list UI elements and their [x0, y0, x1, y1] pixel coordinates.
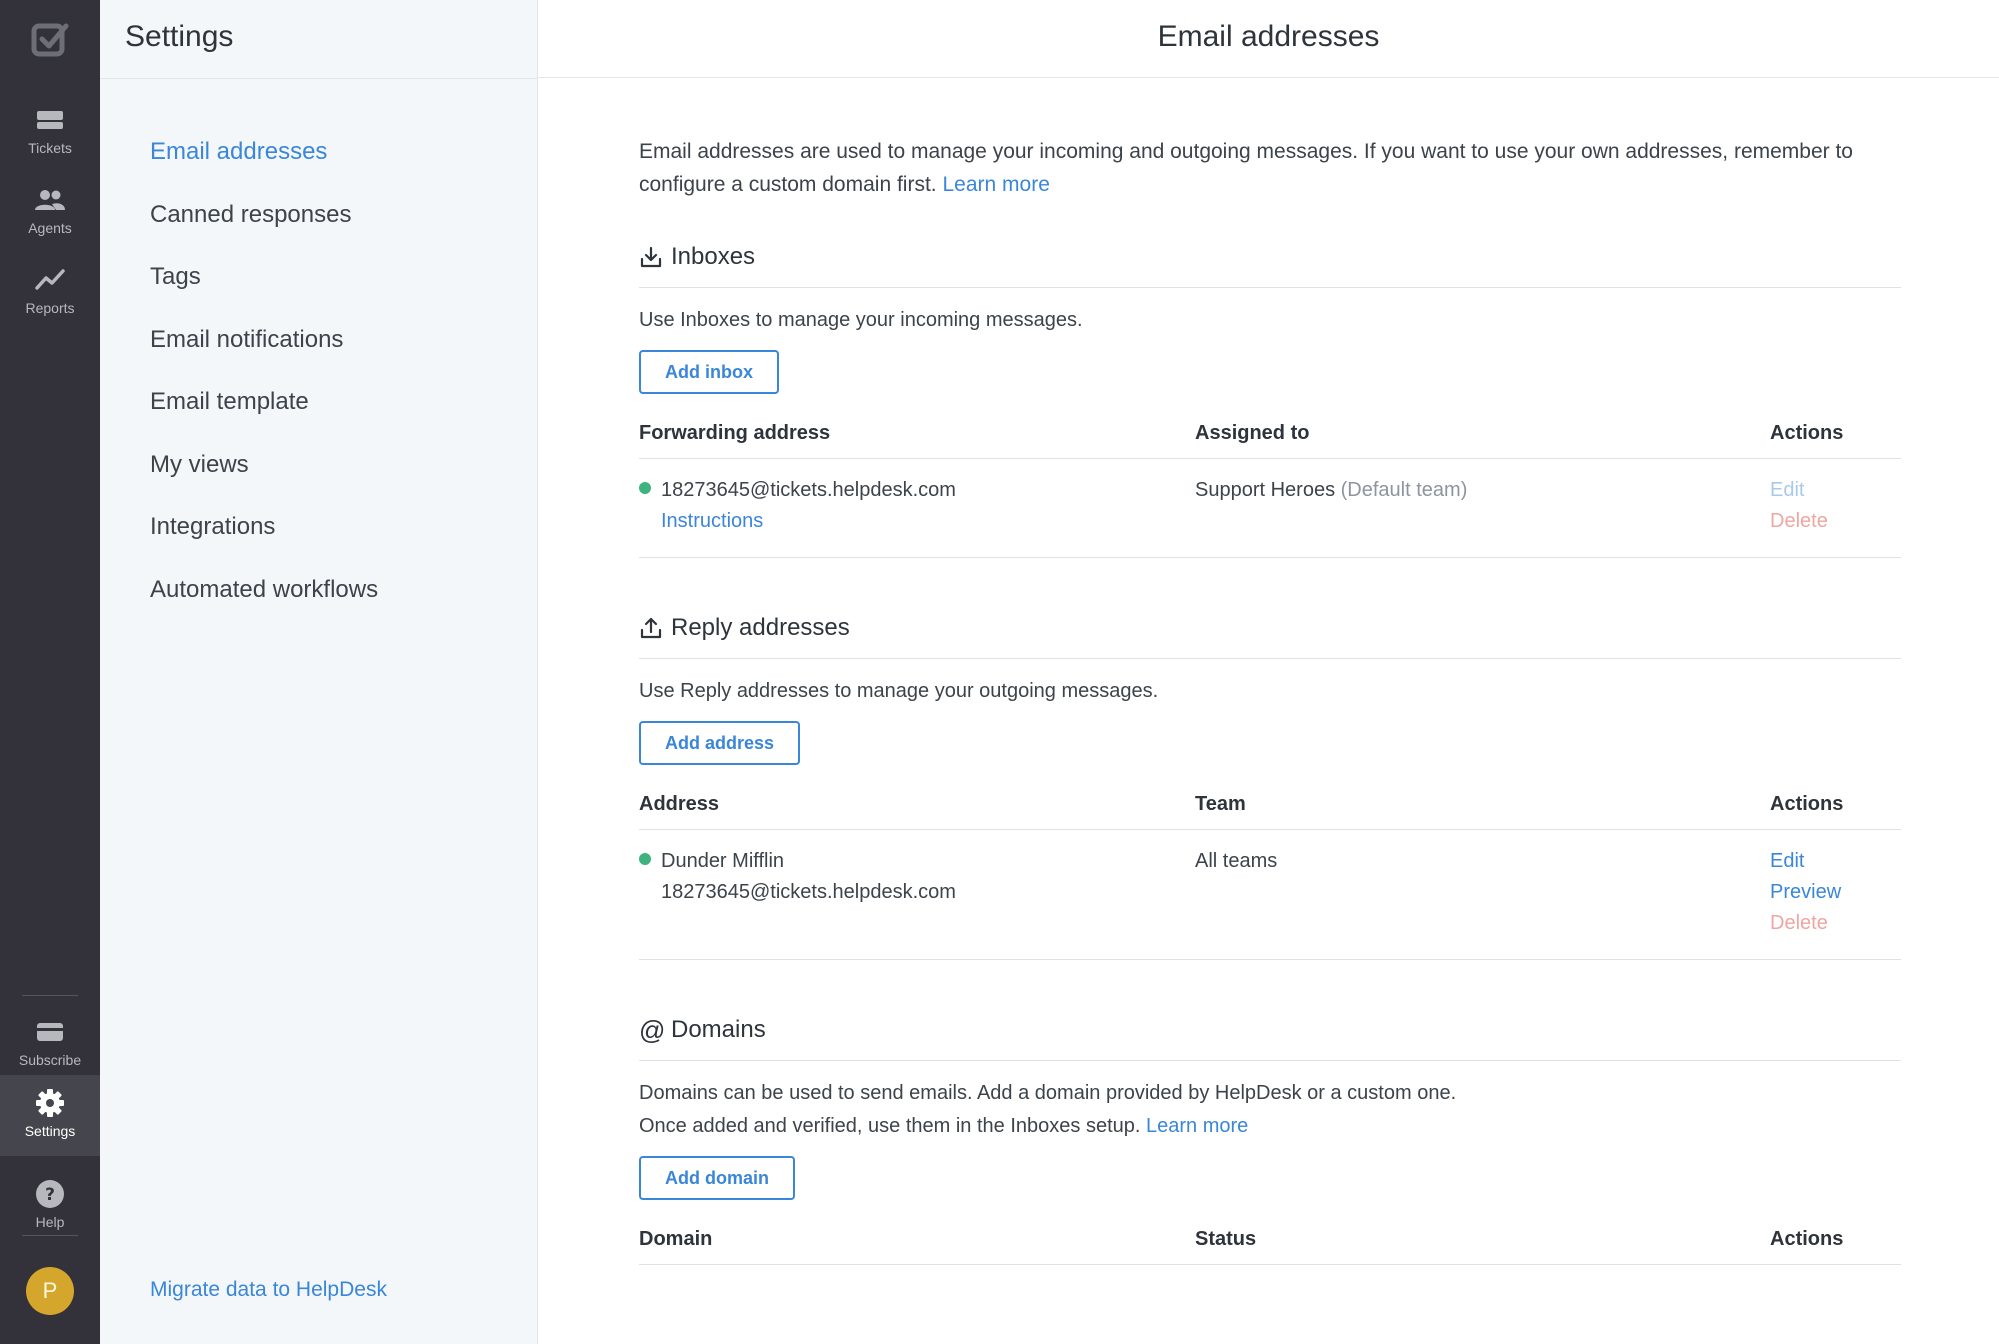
rail-item-settings[interactable]: Settings [0, 1075, 100, 1156]
agents-icon [35, 190, 65, 210]
avatar[interactable]: P [26, 1267, 74, 1315]
rail-divider [22, 1235, 78, 1236]
domains-table-header: Domain Status Actions [639, 1215, 1901, 1265]
page-title: Email addresses [1157, 20, 1380, 53]
add-domain-button[interactable]: Add domain [639, 1156, 795, 1200]
reply-title: Reply addresses [671, 614, 850, 641]
sidebar-item-tags[interactable]: Tags [150, 263, 378, 326]
sidebar-item-canned-responses[interactable]: Canned responses [150, 201, 378, 264]
upload-icon [640, 617, 662, 639]
svg-text:?: ? [45, 1185, 55, 1205]
migrate-data-link[interactable]: Migrate data to HelpDesk [150, 1278, 387, 1302]
app-rail: Tickets Agents Reports Subscribe Setting… [0, 0, 100, 1344]
domains-desc-line2: Once added and verified, use them in the… [639, 1115, 1141, 1137]
column-header-forwarding-address: Forwarding address [639, 422, 831, 444]
default-team-note: (Default team) [1340, 479, 1468, 501]
column-header-team: Team [1195, 793, 1246, 815]
column-header-assigned-to: Assigned to [1195, 422, 1310, 444]
column-header-status: Status [1195, 1228, 1257, 1250]
sidebar-item-email-template[interactable]: Email template [150, 388, 378, 451]
assigned-team: Support Heroes [1195, 479, 1336, 501]
domains-desc-line1: Domains can be used to send emails. Add … [639, 1082, 1457, 1104]
status-dot [639, 482, 651, 494]
reply-address: 18273645@tickets.helpdesk.com [661, 881, 956, 903]
rail-item-tickets[interactable]: Tickets [0, 92, 100, 170]
rail-label-help: Help [35, 1214, 65, 1230]
app-logo-icon[interactable] [30, 20, 70, 60]
preview-address-link[interactable]: Preview [1770, 877, 1901, 908]
rail-label-settings: Settings [24, 1123, 76, 1139]
help-icon: ? [36, 1180, 64, 1208]
edit-inbox-link[interactable]: Edit [1770, 475, 1901, 506]
sidebar-item-my-views[interactable]: My views [150, 451, 378, 514]
reply-table-header: Address Team Actions [639, 780, 1901, 830]
column-header-actions: Actions [1770, 1228, 1844, 1250]
rail-label-agents: Agents [28, 220, 72, 236]
status-dot [639, 853, 651, 865]
rail-label-reports: Reports [25, 300, 75, 316]
gear-icon [36, 1089, 64, 1117]
rail-item-subscribe[interactable]: Subscribe [0, 1004, 100, 1082]
column-header-actions: Actions [1770, 422, 1844, 444]
domains-section-header: @ Domains [639, 1010, 1901, 1061]
at-sign-icon: @ [639, 1014, 666, 1045]
reply-description: Use Reply addresses to manage your outgo… [639, 680, 1159, 702]
reply-name: Dunder Mifflin [661, 850, 785, 872]
domains-learn-more-link[interactable]: Learn more [1146, 1115, 1248, 1137]
rail-item-help[interactable]: ? Help [0, 1166, 100, 1244]
sidebar-item-email-addresses[interactable]: Email addresses [150, 138, 378, 201]
inboxes-section-header: Inboxes [639, 237, 1901, 288]
reply-section-header: Reply addresses [639, 608, 1901, 659]
card-icon [37, 1023, 63, 1041]
content: Email addresses are used to manage your … [639, 135, 1901, 1265]
column-header-domain: Domain [639, 1228, 713, 1250]
table-row: 18273645@tickets.helpdesk.com Instructio… [639, 459, 1901, 558]
settings-nav: Email addresses Canned responses Tags Em… [150, 138, 378, 638]
intro-text: Email addresses are used to manage your … [639, 135, 1901, 201]
domains-title: Domains [671, 1016, 766, 1043]
reply-team: All teams [1195, 850, 1278, 872]
sidebar-title: Settings [125, 20, 234, 53]
rail-divider [22, 995, 78, 996]
rail-item-reports[interactable]: Reports [0, 252, 100, 330]
rail-label-subscribe: Subscribe [18, 1052, 82, 1068]
table-row: Dunder Mifflin 18273645@tickets.helpdesk… [639, 830, 1901, 960]
column-header-address: Address [639, 793, 720, 815]
delete-inbox-link[interactable]: Delete [1770, 506, 1901, 537]
rail-label-tickets: Tickets [28, 140, 72, 156]
forwarding-address: 18273645@tickets.helpdesk.com [661, 479, 956, 501]
add-inbox-button[interactable]: Add inbox [639, 350, 779, 394]
main-panel: Email addresses Email addresses are used… [538, 0, 1999, 1344]
reports-icon [35, 269, 65, 290]
main-header: Email addresses [538, 0, 1999, 78]
inboxes-description: Use Inboxes to manage your incoming mess… [639, 309, 1083, 331]
sidebar-item-integrations[interactable]: Integrations [150, 513, 378, 576]
inboxes-table-header: Forwarding address Assigned to Actions [639, 409, 1901, 459]
domains-description: Domains can be used to send emails. Add … [639, 1077, 1901, 1143]
settings-sidebar: Settings Email addresses Canned response… [100, 0, 538, 1344]
rail-item-agents[interactable]: Agents [0, 172, 100, 250]
instructions-link[interactable]: Instructions [661, 510, 763, 532]
sidebar-item-email-notifications[interactable]: Email notifications [150, 326, 378, 389]
sidebar-item-automated-workflows[interactable]: Automated workflows [150, 576, 378, 639]
column-header-actions: Actions [1770, 793, 1844, 815]
download-icon [640, 246, 662, 268]
ticket-icon [37, 111, 63, 129]
intro-learn-more-link[interactable]: Learn more [942, 173, 1049, 196]
intro-body: Email addresses are used to manage your … [639, 140, 1853, 196]
add-address-button[interactable]: Add address [639, 721, 801, 765]
edit-address-link[interactable]: Edit [1770, 846, 1901, 877]
delete-address-link[interactable]: Delete [1770, 908, 1901, 939]
inboxes-title: Inboxes [671, 243, 756, 270]
sidebar-divider [100, 78, 538, 79]
